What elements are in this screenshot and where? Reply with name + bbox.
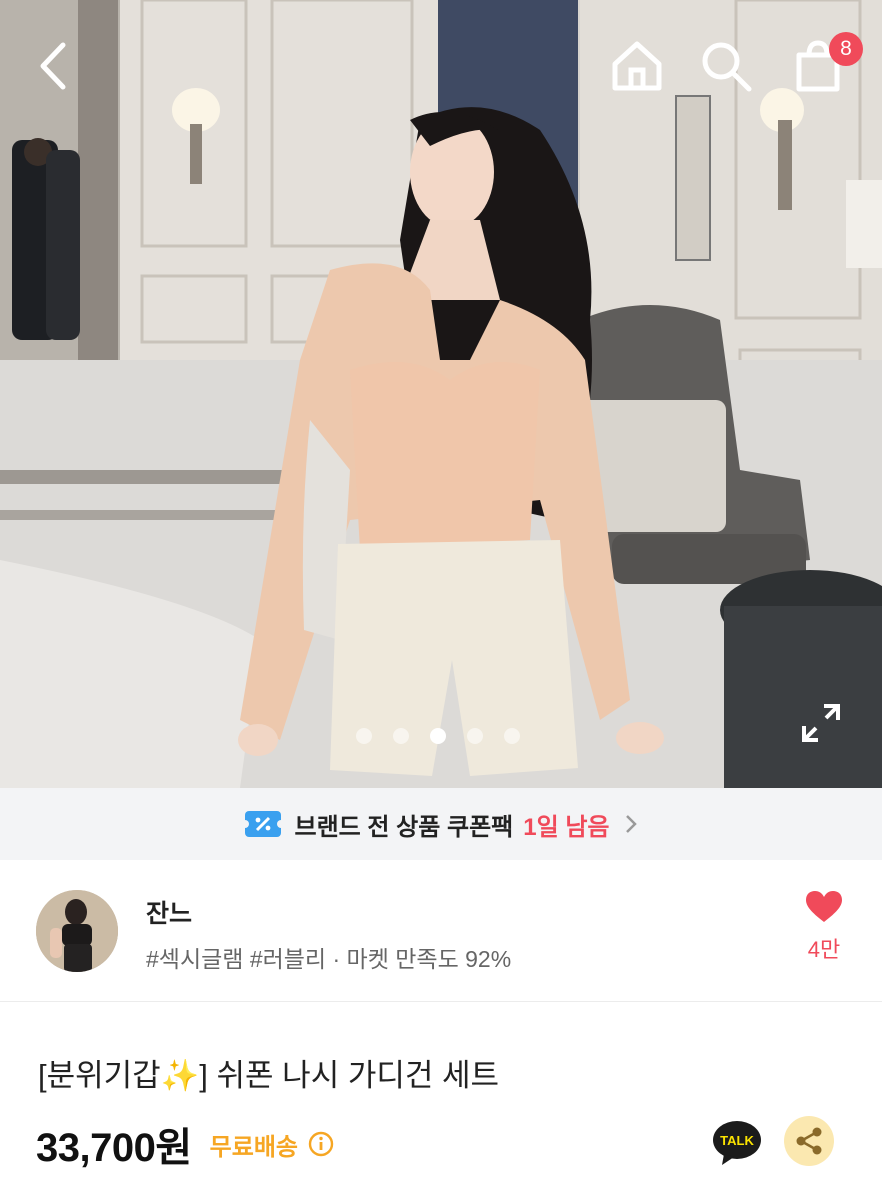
pagination-dot-active[interactable] (430, 728, 446, 744)
home-icon (612, 41, 662, 91)
cart-count-badge: 8 (829, 32, 863, 66)
heart-icon (806, 891, 842, 922)
price-row: 33,700원 무료배송 (36, 1116, 334, 1172)
gallery-pagination (356, 728, 520, 744)
like-count: 4만 (807, 937, 841, 962)
chevron-left-icon (40, 42, 66, 90)
home-button[interactable] (607, 36, 667, 96)
product-price: 33,700원 (36, 1126, 192, 1170)
share-button[interactable] (784, 1116, 834, 1166)
coupon-icon (244, 811, 281, 837)
info-icon[interactable] (308, 1131, 334, 1157)
shop-tags: #섹시글램 #러블리 · 마켓 만족도 92% (146, 946, 512, 972)
like-button[interactable]: 4만 (800, 890, 848, 980)
search-button[interactable] (696, 36, 756, 96)
product-title: [분위기갑✨] 쉬폰 나시 가디건 세트 (38, 1058, 500, 1093)
search-icon (702, 42, 752, 92)
pagination-dot[interactable] (356, 728, 372, 744)
coupon-label: 브랜드 전 상품 쿠폰팩 (294, 813, 514, 841)
pagination-dot[interactable] (393, 728, 409, 744)
pagination-dot[interactable] (504, 728, 520, 744)
pagination-dot[interactable] (467, 728, 483, 744)
free-shipping-label: 무료배송 (209, 1133, 298, 1161)
kakao-talk-button[interactable]: TALK (712, 1120, 762, 1166)
product-image-gallery[interactable]: 8 (0, 0, 882, 788)
shop-info: 잔느 #섹시글램 #러블리 · 마켓 만족도 92% 4만 (0, 860, 882, 1002)
shop-avatar-image (36, 890, 118, 972)
expand-image-button[interactable] (798, 700, 844, 746)
coupon-banner[interactable]: 브랜드 전 상품 쿠폰팩 1일 남음 (0, 788, 882, 860)
back-button[interactable] (22, 36, 82, 96)
share-icon (796, 1127, 822, 1155)
talk-bubble-icon: TALK (713, 1121, 761, 1165)
shop-name[interactable]: 잔느 (146, 894, 192, 930)
shop-avatar[interactable] (36, 890, 118, 972)
expand-icon (802, 704, 840, 742)
chevron-right-icon (625, 815, 637, 833)
product-photo (0, 0, 882, 788)
coupon-remaining: 1일 남음 (523, 813, 610, 841)
talk-label: TALK (720, 1133, 754, 1148)
